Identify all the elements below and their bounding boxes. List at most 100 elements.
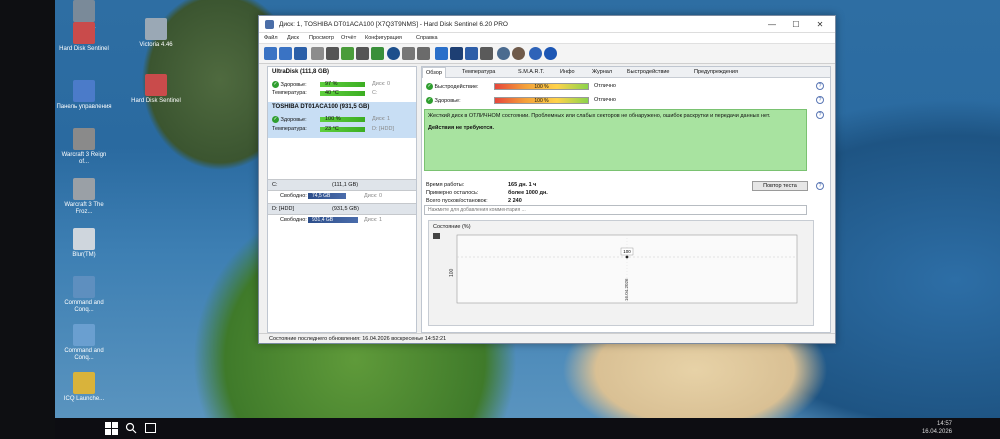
app-shortcut-icon: [73, 0, 95, 22]
menu-disk[interactable]: Диск: [287, 35, 299, 41]
maximize-button[interactable]: ☐: [785, 18, 807, 31]
menu-report[interactable]: Отчёт: [341, 35, 356, 41]
tab-log[interactable]: Журнал: [592, 69, 612, 75]
send-icon[interactable]: [465, 47, 478, 60]
info-icon[interactable]: [544, 47, 557, 60]
tab-overview[interactable]: Обзор: [422, 67, 446, 78]
health-chart: Состояние (%) 100 100 16.04.2026: [428, 220, 814, 326]
windows-start-icon[interactable]: [105, 422, 118, 435]
temp-value: 23 °C: [325, 126, 339, 132]
desktop-icon-hds-2[interactable]: Hard Disk Sentinel: [128, 74, 184, 105]
app-shortcut-icon: [73, 128, 95, 150]
tab-temperature[interactable]: Температура: [462, 69, 495, 75]
task-view-icon[interactable]: [145, 423, 156, 433]
disk-icon[interactable]: [311, 47, 324, 60]
disk-ok-icon[interactable]: [371, 47, 384, 60]
surface-test-icon[interactable]: [341, 47, 354, 60]
info-icon-2[interactable]: [480, 47, 493, 60]
mail-icon[interactable]: [450, 47, 463, 60]
desktop-icon[interactable]: Warcraft 3 The Froz...: [56, 178, 112, 216]
desktop-icon[interactable]: Панель управления: [56, 80, 112, 111]
free-bar: 74,5 GB: [308, 193, 346, 199]
check-icon: ✓: [272, 81, 279, 88]
volume-size: (111,1 GB): [332, 182, 359, 188]
app-shortcut-icon: [73, 324, 95, 346]
desktop-icon-label: Warcraft 3 The Froz...: [64, 202, 104, 215]
desktop-icon[interactable]: Command and Conq...: [56, 324, 112, 362]
info-value: более 1000 дн.: [508, 190, 548, 196]
app-shortcut-icon: [73, 22, 95, 44]
disk-entry-ultradisk[interactable]: UltraDisk (111,8 GB) ✓ Здоровье: 97 % Ди…: [268, 67, 416, 101]
test-icon[interactable]: [326, 47, 339, 60]
drive-letter: D: [HDD]: [372, 126, 394, 132]
info-label: Время работы:: [426, 182, 465, 188]
free-label: Свободно:: [280, 217, 307, 223]
health-bar: 100 %: [494, 97, 589, 104]
search-icon[interactable]: [125, 422, 137, 434]
volume-c[interactable]: C: (111,1 GB) Свободно: 74,5 GB Диск: 0: [268, 179, 416, 201]
help-icon[interactable]: [529, 47, 542, 60]
desktop-icon[interactable]: ICQ Launche...: [56, 372, 112, 403]
refresh-all-icon[interactable]: [279, 47, 292, 60]
tab-smart[interactable]: S.M.A.R.T.: [518, 69, 544, 75]
retest-button[interactable]: Повтор теста: [752, 181, 808, 191]
menu-view[interactable]: Просмотр: [309, 35, 334, 41]
temp-label: Температура:: [272, 126, 307, 132]
title-bar[interactable]: Диск: 1, TOSHIBA DT01ACA100 [X7Q3T9NMS] …: [259, 16, 835, 33]
taskbar-clock[interactable]: 14:57 16.04.2026: [922, 420, 952, 436]
info-value: 165 дн. 1 ч: [508, 182, 537, 188]
temp-label: Температура:: [272, 90, 307, 96]
drive-letter: C:: [372, 90, 378, 96]
sync-icon[interactable]: [294, 47, 307, 60]
health-label: Здоровье:: [434, 97, 461, 104]
help-icon-status[interactable]: ?: [816, 111, 824, 119]
gear-icon[interactable]: [497, 47, 510, 60]
desktop-icon[interactable]: Blur(TM): [56, 228, 112, 259]
tab-info[interactable]: Инфо: [560, 69, 575, 75]
data-point: [625, 255, 629, 259]
volume-d[interactable]: D: [HDD] (931,5 GB) Свободно: 931,4 GB Д…: [268, 203, 416, 225]
clock-time: 14:57: [936, 421, 952, 427]
comment-input[interactable]: Нажмите для добавления комментария ...: [424, 205, 807, 215]
menu-config[interactable]: Конфигурация: [365, 35, 402, 41]
desktop-icon-label: Hard Disk Sentinel: [131, 98, 181, 104]
help-icon-test[interactable]: ?: [816, 182, 824, 190]
app-shortcut-icon: [73, 372, 95, 394]
desktop-icon-label: Hard Disk Sentinel: [59, 46, 109, 52]
minimize-button[interactable]: —: [761, 18, 783, 31]
desktop-icon-label: ICQ Launche...: [63, 396, 105, 402]
window-title: Диск: 1, TOSHIBA DT01ACA100 [X7Q3T9NMS] …: [279, 21, 508, 28]
tab-performance[interactable]: Быстродействие: [627, 69, 670, 75]
offline-test-icon[interactable]: [356, 47, 369, 60]
health-status: Отлично: [594, 97, 616, 103]
help-icon-health[interactable]: ?: [816, 96, 824, 104]
globe-icon[interactable]: [387, 47, 400, 60]
print-icon[interactable]: [417, 47, 430, 60]
desktop-icon[interactable]: Hard Disk Sentinel: [56, 22, 112, 53]
desktop-icon-label: Command and Conq...: [64, 300, 104, 313]
menu-file[interactable]: Файл: [264, 35, 278, 41]
desktop-icon-victoria[interactable]: Victoria 4.46: [128, 18, 184, 49]
toolbar: [259, 44, 835, 64]
details-panel: Обзор Температура S.M.A.R.T. Инфо Журнал…: [421, 66, 831, 333]
disk-entry-toshiba[interactable]: TOSHIBA DT01ACA100 (931,5 GB) ✓ Здоровье…: [268, 102, 416, 138]
help-icon-performance[interactable]: ?: [816, 82, 824, 90]
tab-alerts[interactable]: Предупреждения: [694, 69, 738, 75]
system-tray[interactable]: [865, 423, 905, 433]
desktop-icon-label: Victoria 4.46: [139, 42, 173, 48]
free-label: Свободно:: [280, 193, 307, 199]
close-button[interactable]: ✕: [809, 18, 831, 31]
menu-bar: Файл Диск Просмотр Отчёт Конфигурация Сп…: [259, 33, 835, 44]
y-tick-label: 100: [449, 268, 455, 277]
desktop-icon[interactable]: Command and Conq...: [56, 276, 112, 314]
disk-number: Диск: 1: [364, 217, 383, 223]
report-icon[interactable]: [435, 47, 448, 60]
performance-label: Быстродействие:: [434, 83, 479, 90]
refresh-icon[interactable]: [264, 47, 277, 60]
tools-icon[interactable]: [402, 47, 415, 60]
free-bar: 931,4 GB: [308, 217, 358, 223]
desktop-icon[interactable]: Warcraft 3 Reign of...: [56, 128, 112, 166]
menu-help[interactable]: Справка: [416, 35, 438, 41]
check-icon: ✓: [272, 116, 279, 123]
options-icon[interactable]: [512, 47, 525, 60]
